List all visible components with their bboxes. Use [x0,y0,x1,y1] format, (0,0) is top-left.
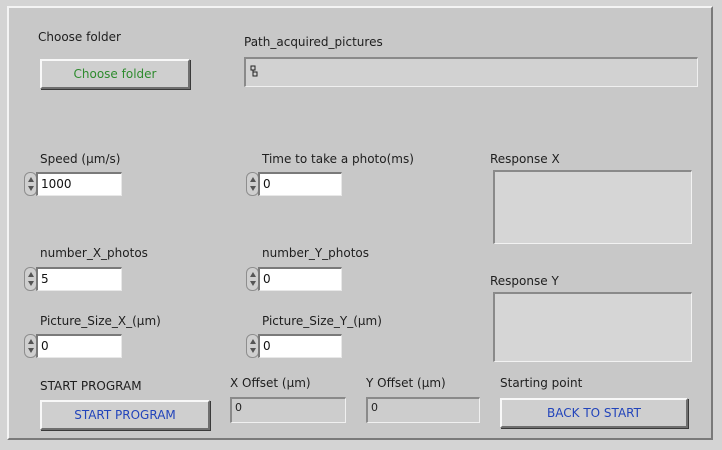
back-to-start-button[interactable]: BACK TO START [500,398,688,428]
response-x-label: Response X [490,152,560,166]
picture-size-y-label: Picture_Size_Y_(µm) [262,314,382,328]
number-y-label: number_Y_photos [262,246,370,260]
choose-folder-label: Choose folder [38,30,121,44]
path-indicator [244,57,698,87]
picture-size-y-input[interactable]: 0 [258,334,342,358]
number-y-input[interactable]: 0 [258,267,342,291]
time-photo-control: 0 [246,172,342,196]
number-x-input[interactable]: 5 [36,267,122,291]
speed-input[interactable]: 1000 [36,172,122,196]
x-offset-indicator: 0 [230,397,346,423]
time-photo-label: Time to take a photo(ms) [262,152,414,166]
picture-size-x-input[interactable]: 0 [36,334,122,358]
time-photo-input[interactable]: 0 [258,172,342,196]
x-offset-label: X Offset (µm) [230,376,311,390]
starting-point-label: Starting point [500,376,583,390]
start-program-button[interactable]: START PROGRAM [40,400,210,430]
path-icon [250,65,258,77]
y-offset-indicator: 0 [366,397,480,423]
speed-control: 1000 [24,172,122,196]
response-y-indicator [493,292,692,362]
path-label: Path_acquired_pictures [244,35,383,49]
picture-size-x-control: 0 [24,334,122,358]
number-x-label: number_X_photos [40,246,148,260]
number-y-control: 0 [246,267,342,291]
start-program-label: START PROGRAM [40,379,142,393]
speed-label: Speed (µm/s) [40,152,121,166]
response-y-label: Response Y [490,274,559,288]
choose-folder-button[interactable]: Choose folder [40,59,190,89]
number-x-control: 5 [24,267,122,291]
picture-size-y-control: 0 [246,334,342,358]
picture-size-x-label: Picture_Size_X_(µm) [40,314,161,328]
response-x-indicator [493,170,692,244]
y-offset-label: Y Offset (µm) [366,376,446,390]
